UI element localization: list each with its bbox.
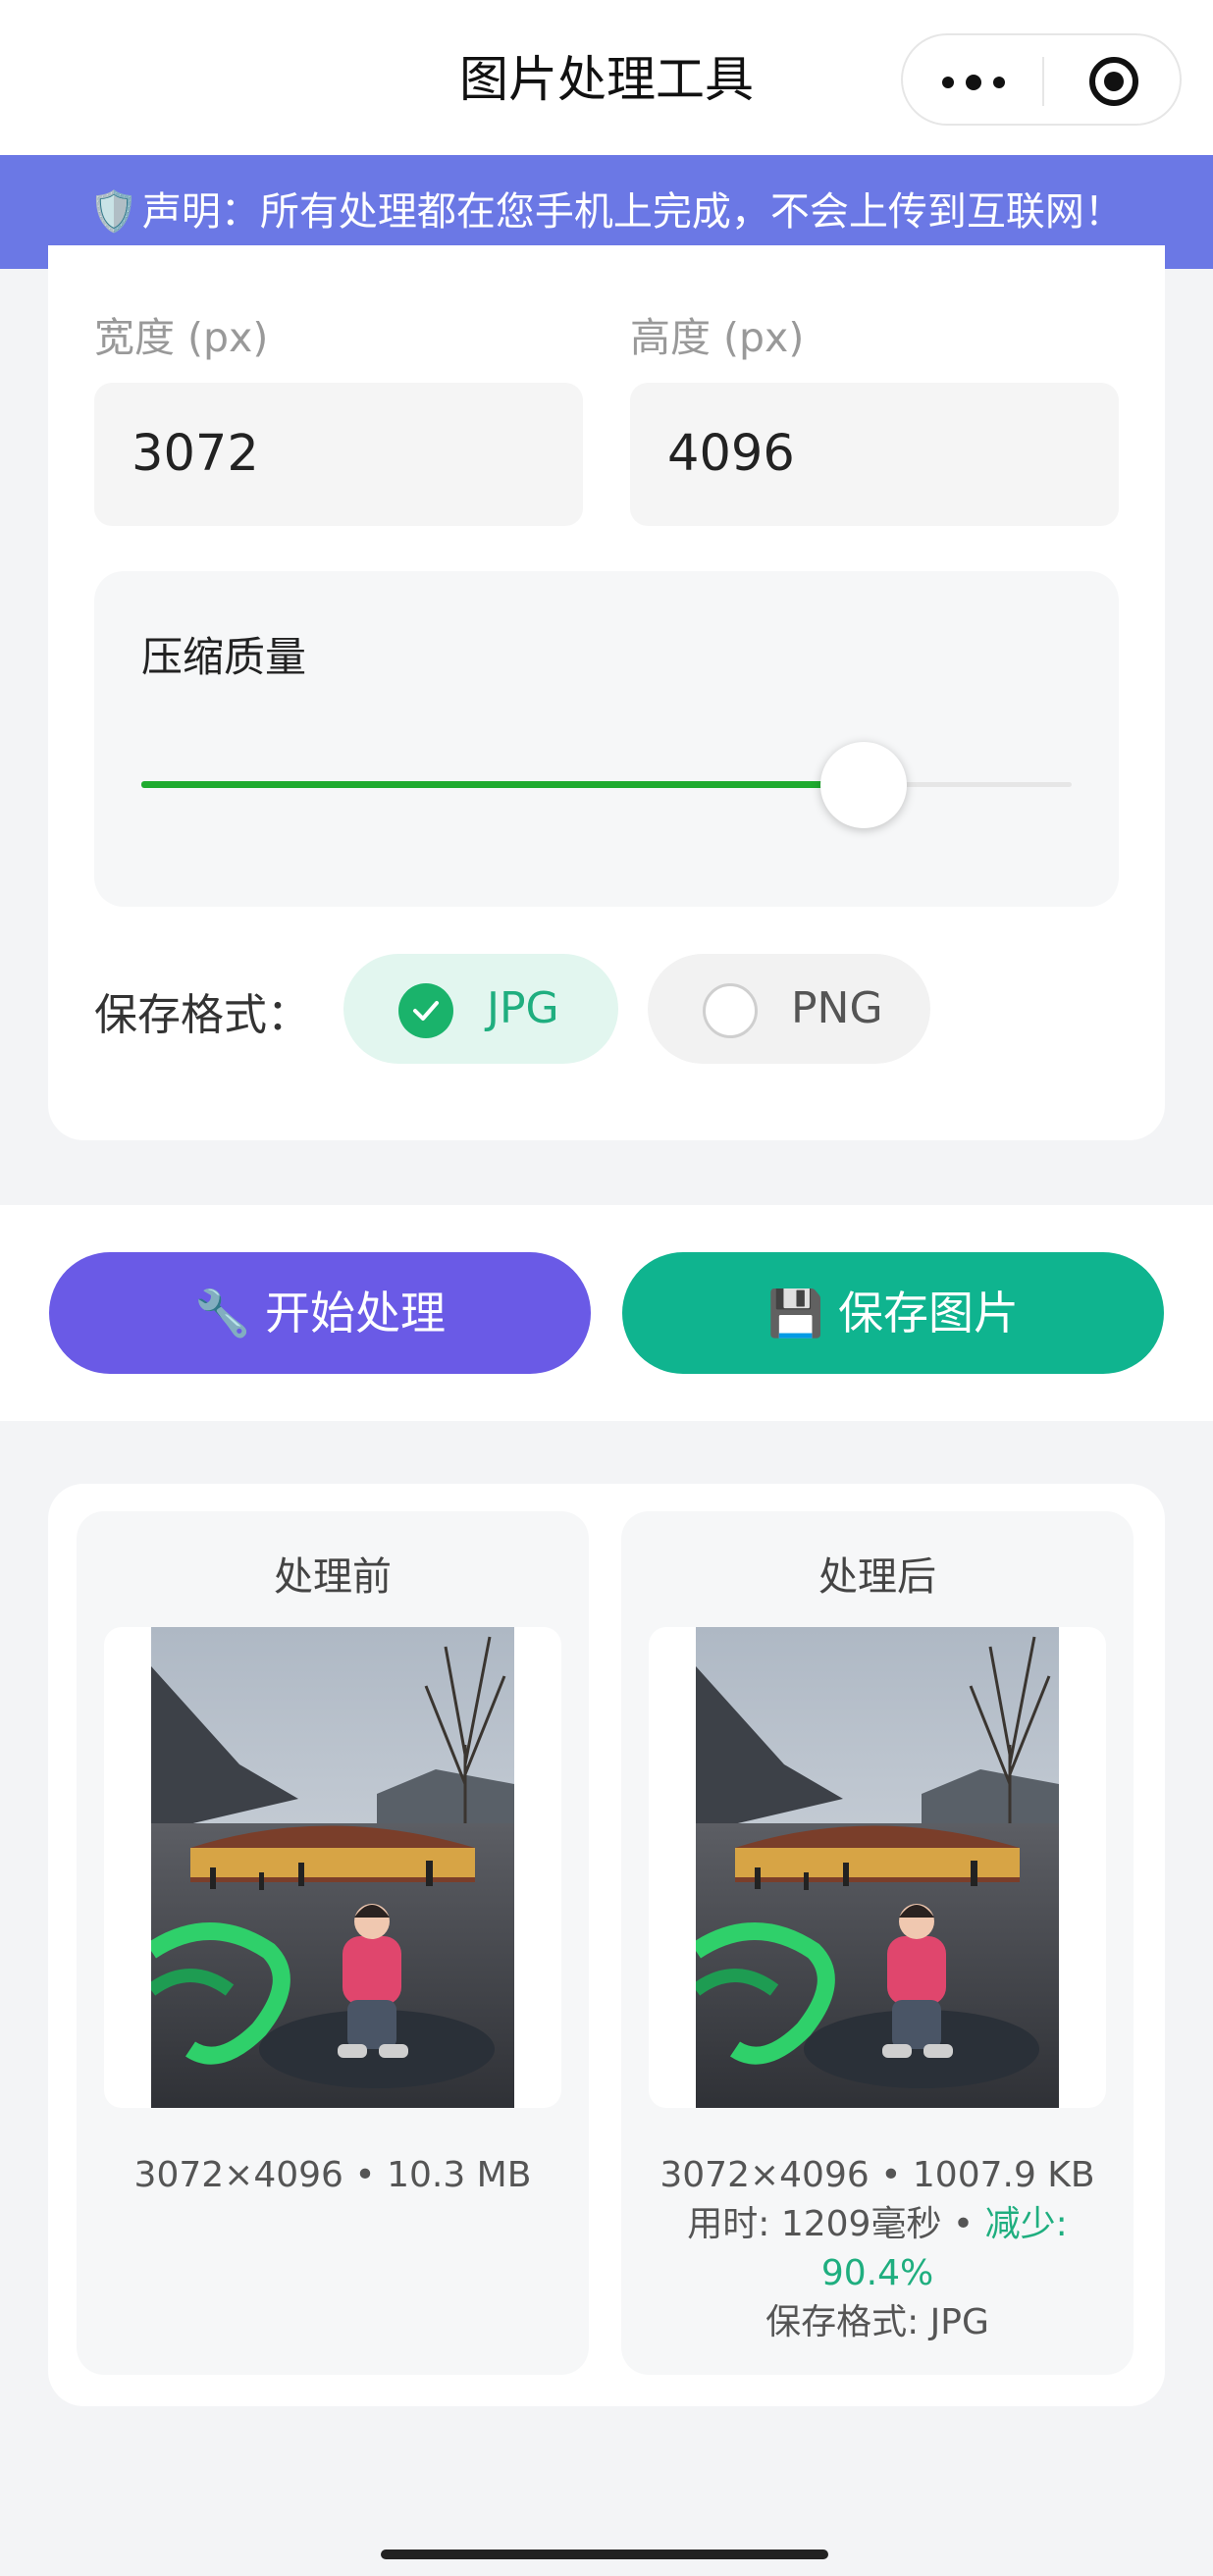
close-mini-program-icon[interactable] [1089, 57, 1138, 106]
capsule-divider [1042, 57, 1044, 106]
format-png-label: PNG [791, 983, 883, 1033]
width-input[interactable]: 3072 [94, 383, 583, 526]
quality-label: 压缩质量 [141, 633, 307, 681]
mini-program-capsule [901, 33, 1182, 126]
format-jpg-label: JPG [487, 983, 559, 1033]
before-image[interactable] [151, 1627, 514, 2108]
save-image-button[interactable]: 💾 保存图片 [622, 1252, 1164, 1374]
after-format: 保存格式: JPG [765, 2302, 989, 2342]
reduce-value: 90.4% [820, 2253, 934, 2293]
more-icon[interactable] [942, 75, 1005, 90]
start-process-button[interactable]: 🔧 开始处理 [49, 1252, 591, 1374]
format-label: 保存格式： [94, 990, 310, 1040]
after-image-frame [649, 1627, 1106, 2108]
quality-slider-fill [141, 781, 864, 788]
after-time-line: 用时: 1209毫秒 • 减少: [621, 2200, 1134, 2249]
after-time: 用时: 1209毫秒 • [687, 2204, 975, 2244]
privacy-notice-text: 声明：所有处理都在您手机上完成，不会上传到互联网！ [141, 189, 1124, 235]
format-option-png[interactable] [648, 954, 930, 1064]
home-indicator [381, 2550, 828, 2559]
after-image[interactable] [696, 1627, 1059, 2108]
format-option-jpg[interactable] [343, 954, 618, 1064]
checked-radio-icon[interactable] [398, 983, 453, 1038]
quality-slider-thumb[interactable] [820, 742, 907, 828]
quality-panel [94, 571, 1119, 907]
height-label: 高度 (px) [630, 314, 805, 361]
before-info: 3072×4096 • 10.3 MB [133, 2155, 532, 2195]
before-title: 处理前 [274, 1554, 392, 1600]
after-title: 处理后 [818, 1554, 936, 1600]
before-image-frame [104, 1627, 561, 2108]
reduce-label: 减少: [984, 2204, 1068, 2244]
height-input[interactable]: 4096 [630, 383, 1119, 526]
after-info: 3072×4096 • 1007.9 KB [659, 2155, 1095, 2195]
width-label: 宽度 (px) [94, 314, 269, 361]
unchecked-radio-icon[interactable] [703, 983, 758, 1038]
